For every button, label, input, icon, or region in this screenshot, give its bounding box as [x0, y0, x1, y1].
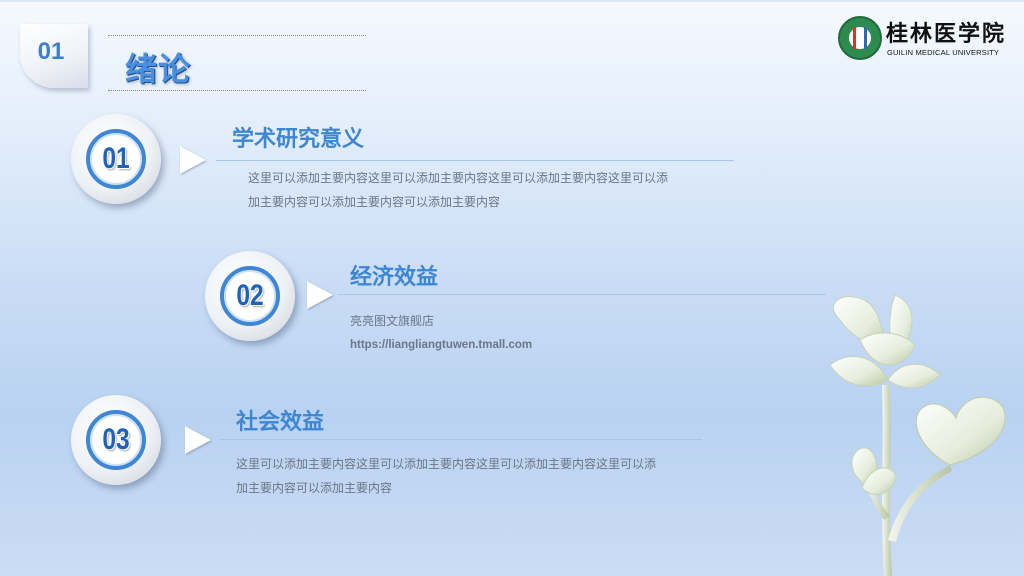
item-3-title: 社会效益 [236, 410, 325, 435]
item-3-body: 这里可以添加主要内容这里可以添加主要内容这里可以添加主要内容这里可以添 加主要内… [236, 452, 656, 500]
item-3-line-2: 加主要内容可以添加主要内容 [236, 481, 393, 495]
item-1-line-2: 加主要内容可以添加主要内容可以添加主要内容 [248, 195, 501, 209]
section-number: 01 [37, 38, 65, 65]
item-2-url: https://liangliangtuwen.tmall.com [350, 339, 533, 351]
item-3-line-1: 这里可以添加主要内容这里可以添加主要内容这里可以添加主要内容这里可以添 [236, 457, 657, 471]
item-2-badge: 02 [205, 251, 295, 341]
item-2-arrow-icon [307, 281, 333, 309]
logo-name-cn: 桂林医学院 [886, 21, 1007, 47]
decorative-flower-icon [829, 294, 1006, 576]
item-1-body: 这里可以添加主要内容这里可以添加主要内容这里可以添加主要内容这里可以添 加主要内… [248, 166, 668, 214]
page-title: 绪论 [125, 50, 192, 88]
university-seal-icon [838, 16, 882, 60]
item-1-badge: 01 [71, 114, 161, 204]
item-1-number: 01 [102, 142, 130, 175]
title-rule-top [108, 35, 366, 36]
title-rule-bottom [108, 90, 366, 91]
item-3-badge: 03 [71, 395, 161, 485]
item-2-number: 02 [236, 279, 264, 312]
item-2-rule [338, 294, 826, 295]
item-2-title: 经济效益 [350, 265, 439, 290]
item-3-rule [220, 439, 702, 440]
item-3-number: 03 [102, 423, 130, 456]
item-1-line-1: 这里可以添加主要内容这里可以添加主要内容这里可以添加主要内容这里可以添 [248, 171, 669, 185]
item-2-body: 亮亮图文旗舰店 https://liangliangtuwen.tmall.co… [350, 309, 532, 357]
item-2-line-1: 亮亮图文旗舰店 [350, 314, 435, 328]
top-border [0, 0, 1024, 2]
item-1-arrow-icon [180, 146, 206, 174]
logo-name-en: GUILIN MEDICAL UNIVERSITY [887, 48, 1000, 57]
section-tab: 01 [20, 24, 88, 88]
item-3-arrow-icon [185, 426, 211, 454]
item-1-rule [216, 160, 734, 161]
item-1-title: 学术研究意义 [232, 127, 365, 152]
